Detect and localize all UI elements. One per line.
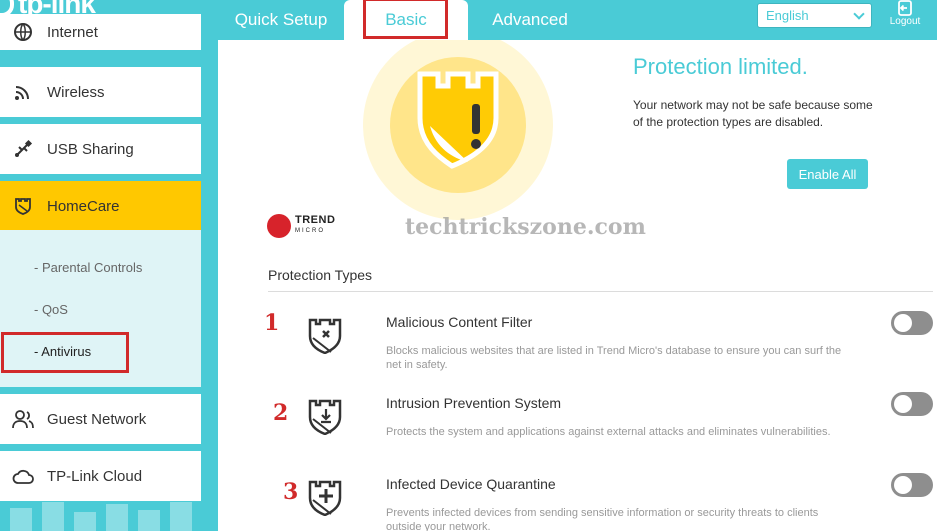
protection-status-description: Your network may not be safe because som…: [633, 98, 873, 129]
protection-type-description: Blocks malicious websites that are liste…: [386, 345, 842, 371]
protection-type-description: Protects the system and applications aga…: [386, 426, 831, 438]
sidebar-item-label: Wireless: [47, 83, 105, 101]
annotation-number: 1: [264, 310, 280, 336]
sidebar-item-guest-network[interactable]: Guest Network: [0, 394, 201, 444]
cloud-icon: [12, 465, 34, 487]
globe-icon: [12, 21, 34, 43]
shield-warning-icon: [417, 71, 499, 169]
trend-micro-name: TREND: [295, 214, 336, 226]
protection-type-name: Infected Device Quarantine: [386, 476, 556, 492]
protection-status-title: Protection limited.: [633, 54, 808, 79]
protection-type-row: 3 Infected Device Quarantine Prevents in…: [218, 473, 937, 531]
annotation-number: 3: [283, 479, 299, 505]
sidebar-item-wireless[interactable]: Wireless: [0, 67, 201, 117]
language-select[interactable]: English: [757, 3, 872, 28]
section-divider: [268, 291, 933, 292]
protection-type-row: 1 Malicious Content Filter Blocks malici…: [218, 310, 937, 394]
sidebar-item-label: Guest Network: [47, 410, 147, 428]
logout-button[interactable]: Logout: [884, 0, 926, 30]
intrusion-prevention-system-toggle[interactable]: [891, 392, 933, 416]
protection-types-heading: Protection Types: [268, 267, 373, 283]
sidebar-item-label: USB Sharing: [47, 140, 134, 158]
trend-micro-sub: MICRO: [295, 228, 325, 234]
trend-micro-ball-icon: [267, 214, 291, 238]
trend-micro-logo: TREND MICRO: [267, 214, 335, 238]
decorative-pattern: [10, 502, 192, 531]
chevron-down-icon: [853, 7, 865, 20]
sidebar-item-tp-link-cloud[interactable]: TP-Link Cloud: [0, 451, 201, 501]
watermark-text: techtrickszone.com: [405, 214, 646, 240]
sidebar-item-usb-sharing[interactable]: USB Sharing: [0, 124, 201, 174]
sidebar-item-label: HomeCare: [47, 197, 120, 215]
shield-plus-icon: [308, 480, 342, 516]
submenu-item-antivirus[interactable]: - Antivirus: [34, 344, 91, 359]
toggle-knob: [894, 314, 912, 332]
enable-all-button[interactable]: Enable All: [787, 159, 868, 189]
shield-x-icon: [308, 318, 342, 354]
protection-type-name: Malicious Content Filter: [386, 314, 533, 330]
toggle-knob: [894, 395, 912, 413]
shield-download-icon: [308, 399, 342, 435]
toggle-knob: [894, 476, 912, 494]
protection-type-name: Intrusion Prevention System: [386, 395, 562, 411]
sidebar: Internet Wireless USB Sharing HomeCare -…: [0, 14, 218, 531]
main-panel: Protection limited. Your network may not…: [218, 40, 937, 531]
malicious-content-filter-toggle[interactable]: [891, 311, 933, 335]
trend-micro-text: TREND MICRO: [295, 215, 335, 237]
sidebar-item-internet[interactable]: Internet: [0, 14, 201, 50]
homecare-submenu: - Parental Controls - QoS - Antivirus: [0, 230, 201, 387]
logout-label: Logout: [889, 16, 921, 27]
infected-device-quarantine-toggle[interactable]: [891, 473, 933, 497]
language-value: English: [766, 8, 809, 23]
annotation-number: 2: [273, 400, 289, 426]
protection-type-row: 2 Intrusion Prevention System Protects t…: [218, 392, 937, 475]
shield-icon: [12, 195, 34, 217]
wifi-icon: [12, 81, 34, 103]
tab-quick-setup[interactable]: Quick Setup: [219, 0, 343, 40]
tab-advanced[interactable]: Advanced: [468, 0, 592, 40]
guest-users-icon: [12, 408, 34, 430]
protection-type-description: Prevents infected devices from sending s…: [386, 507, 819, 531]
tab-basic[interactable]: Basic: [344, 0, 468, 40]
submenu-item-qos[interactable]: - QoS: [34, 302, 68, 317]
usb-icon: [12, 138, 34, 160]
submenu-item-parental-controls[interactable]: - Parental Controls: [34, 260, 142, 275]
logout-icon: [898, 0, 912, 16]
sidebar-item-homecare[interactable]: HomeCare: [0, 181, 201, 231]
sidebar-item-label: Internet: [47, 23, 98, 41]
sidebar-item-label: TP-Link Cloud: [47, 467, 143, 485]
